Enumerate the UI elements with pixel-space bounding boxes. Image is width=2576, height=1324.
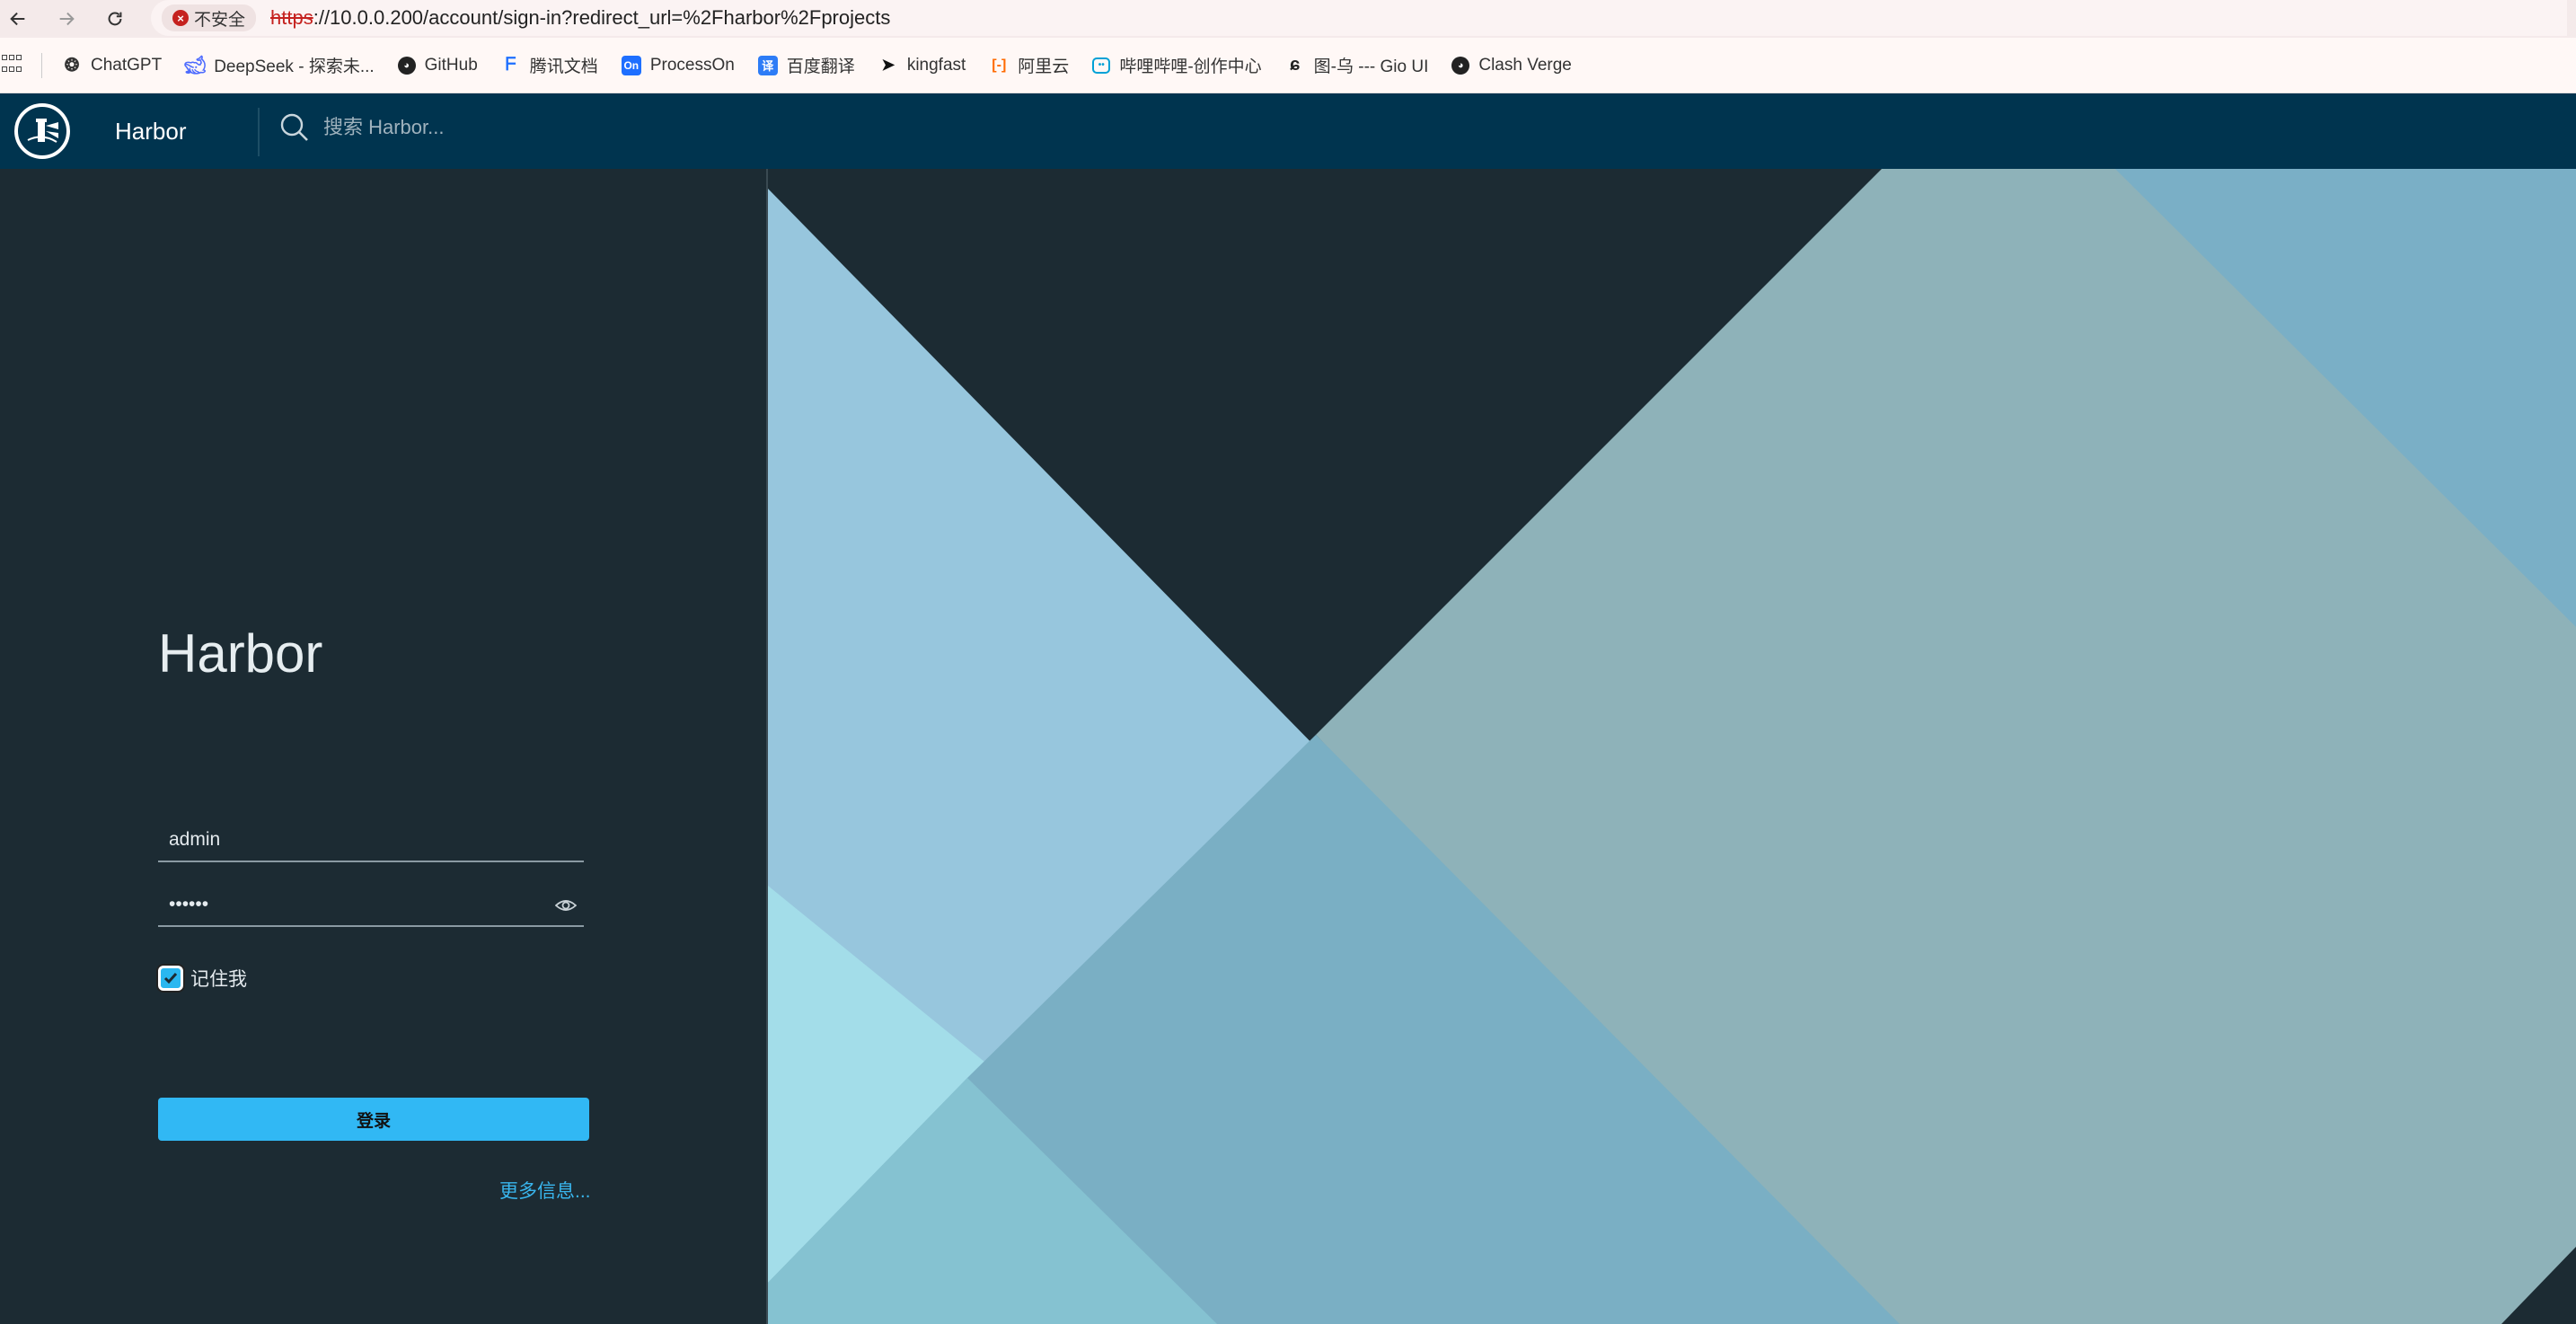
reload-icon (108, 12, 122, 26)
bookmark-label: kingfast (906, 55, 966, 75)
security-label: 不安全 (194, 10, 246, 30)
bookmark-bilibili[interactable]: •• 哔哩哔哩-创作中心 (1092, 53, 1262, 77)
harbor-logo-icon[interactable] (14, 103, 70, 159)
aliyun-icon: [-] (992, 57, 1007, 73)
global-search[interactable] (278, 111, 683, 144)
bookmarks-divider (41, 52, 42, 78)
tencent-docs-icon: ᖴ (505, 55, 516, 75)
baidu-translate-icon: 译 (757, 55, 778, 75)
bookmarks-bar: ❂ ChatGPT 🐋︎ DeepSeek - 探索未... ◕ GitHub … (0, 38, 2576, 93)
bookmark-label: 腾讯文档 (529, 57, 598, 76)
security-indicator[interactable]: × 不安全 (162, 4, 257, 31)
url-rest: ://10.0.0.200/account/sign-in?redirect_u… (313, 6, 891, 29)
bookmark-processon[interactable]: On ProcessOn (621, 55, 735, 75)
warning-icon: × (172, 10, 189, 26)
bookmark-label: ProcessOn (649, 55, 735, 75)
bookmark-label: Clash Verge (1478, 55, 1572, 75)
username-field[interactable] (158, 819, 584, 862)
search-icon (280, 113, 308, 141)
background-art (768, 169, 2576, 1324)
login-title: Harbor (158, 623, 323, 684)
check-icon (163, 973, 178, 984)
bookmark-github[interactable]: ◕ GitHub (397, 55, 478, 75)
processon-icon: On (621, 55, 641, 75)
bookmark-label: 百度翻译 (786, 57, 855, 76)
bookmark-gio[interactable]: ɕ 图-乌 --- Gio UI (1285, 53, 1429, 77)
chatgpt-icon: ❂ (64, 56, 80, 75)
password-input[interactable] (158, 894, 535, 915)
bookmark-clash-verge[interactable]: ◕ Clash Verge (1451, 56, 1572, 75)
deepseek-icon: 🐋︎ (183, 56, 207, 75)
bookmark-aliyun[interactable]: [-] 阿里云 (989, 53, 1069, 77)
gio-icon: ɕ (1290, 55, 1301, 75)
address-bar[interactable]: × 不安全 https://10.0.0.200/account/sign-in… (151, 0, 2567, 36)
github-icon: ◕ (1451, 56, 1470, 75)
remember-label: 记住我 (190, 969, 247, 990)
bookmark-label: 哔哩哔哩-创作中心 (1119, 57, 1262, 76)
header-divider (258, 108, 260, 156)
remember-me[interactable]: 记住我 (158, 965, 247, 992)
login-panel: Harbor 记住我 登录 更多信息... (0, 169, 768, 1324)
bookmark-label: GitHub (424, 55, 478, 75)
bookmark-deepseek[interactable]: 🐋︎ DeepSeek - 探索未... (183, 53, 375, 77)
username-input[interactable] (158, 829, 535, 851)
remember-checkbox[interactable] (158, 966, 183, 991)
arrow-left-icon (10, 12, 25, 26)
browser-toolbar: × 不安全 https://10.0.0.200/account/sign-in… (0, 0, 2576, 38)
url-text[interactable]: https://10.0.0.200/account/sign-in?redir… (270, 6, 890, 30)
url-scheme: https (270, 6, 313, 29)
password-field[interactable] (158, 884, 584, 927)
back-button[interactable] (0, 3, 36, 35)
github-icon: ◕ (397, 56, 416, 75)
login-button[interactable]: 登录 (158, 1098, 589, 1141)
search-input[interactable] (323, 116, 683, 139)
more-info-link[interactable]: 更多信息... (499, 1177, 591, 1204)
bookmark-label: 图-乌 --- Gio UI (1313, 57, 1429, 76)
arrow-right-icon (59, 12, 75, 26)
app-header: Harbor (0, 93, 2576, 169)
bookmark-kingfast[interactable]: ➤ kingfast (878, 56, 966, 75)
eye-icon[interactable] (555, 896, 577, 914)
bookmark-tencent-docs[interactable]: ᖴ 腾讯文档 (501, 53, 598, 77)
bookmark-baidu-translate[interactable]: 译 百度翻译 (757, 53, 855, 77)
cursor-icon: ➤ (881, 56, 895, 74)
brand-name[interactable]: Harbor (115, 118, 186, 146)
reload-button[interactable] (97, 3, 133, 35)
apps-grid-icon[interactable] (2, 54, 23, 76)
forward-button[interactable] (49, 3, 84, 35)
bookmark-chatgpt[interactable]: ❂ ChatGPT (62, 55, 163, 76)
bookmark-label: ChatGPT (91, 55, 163, 75)
bilibili-icon: •• (1092, 57, 1111, 74)
bookmark-label: 阿里云 (1018, 57, 1070, 76)
bookmark-label: DeepSeek - 探索未... (214, 57, 375, 76)
